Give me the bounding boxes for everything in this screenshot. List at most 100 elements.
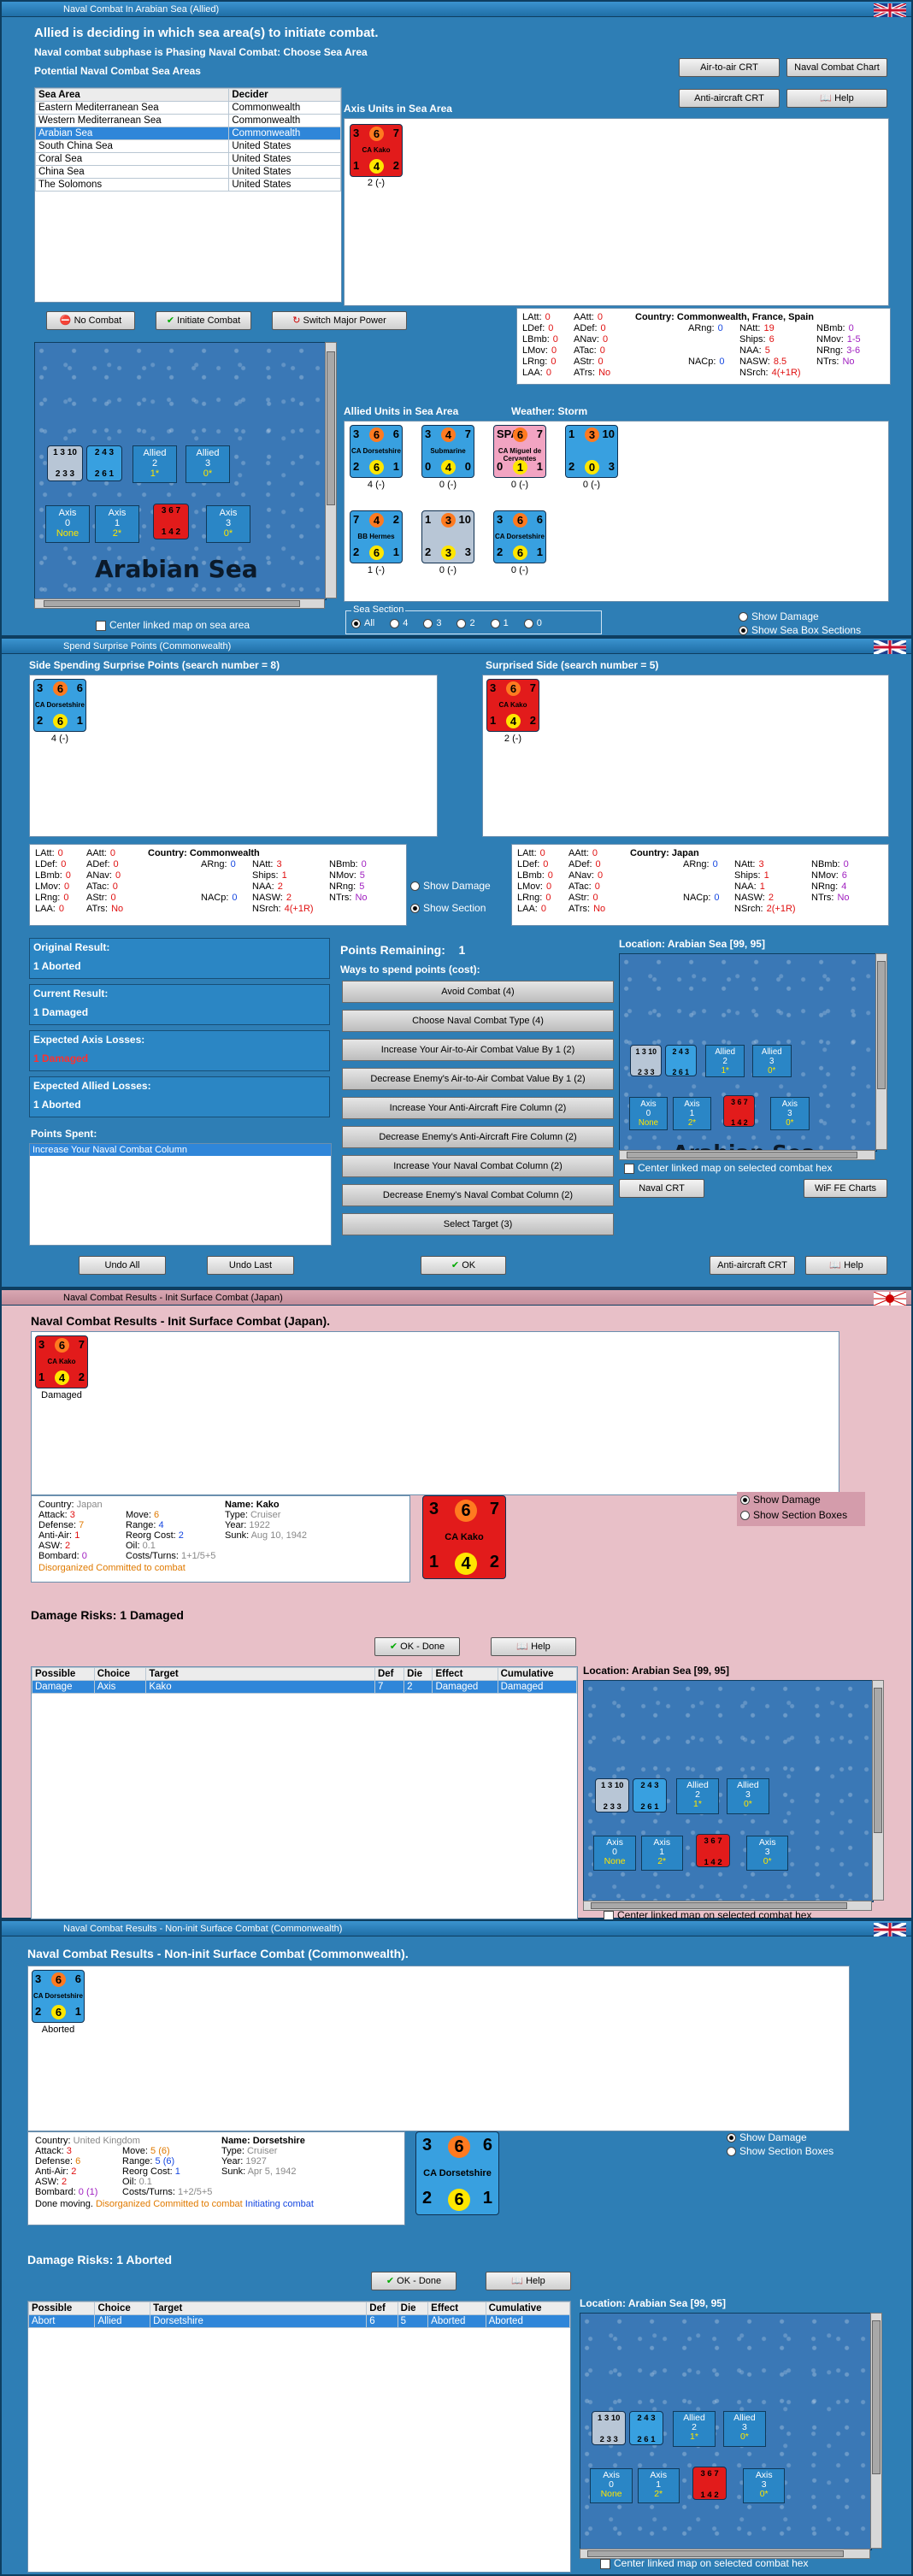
sea-section-box[interactable]: Axis 3 0*: [770, 1097, 810, 1130]
sea-section-box[interactable]: Allied 3 0*: [751, 1044, 792, 1078]
sea-section-option[interactable]: 3: [423, 618, 441, 628]
show-damage-radio[interactable]: Show Damage: [727, 2131, 807, 2143]
sea-section-box[interactable]: Axis 3 0*: [746, 1835, 789, 1872]
center-linked-checkbox[interactable]: Center linked map on selected combat hex: [600, 2557, 808, 2569]
col-def[interactable]: Def: [374, 1667, 405, 1681]
sea-section-box[interactable]: Allied 2 1*: [676, 1778, 719, 1814]
sea-section-box[interactable]: Axis 1 2*: [672, 1097, 712, 1130]
col-die[interactable]: Die: [403, 1667, 433, 1681]
unit-counter-ca-dorsetshire[interactable]: 366 CA Dorsetshire 261: [32, 1970, 85, 2023]
table-row[interactable]: Western Mediterranean Sea Commonwealth: [34, 114, 341, 127]
anti-aircraft-crt-button[interactable]: Anti-aircraft CRT: [710, 1256, 795, 1275]
map-horizontal-scrollbar[interactable]: [619, 1150, 875, 1160]
spend-option-button[interactable]: Decrease Enemy's Naval Combat Column (2): [342, 1184, 614, 1206]
col-possible[interactable]: Possible: [27, 2302, 96, 2315]
col-possible[interactable]: Possible: [32, 1667, 95, 1681]
sea-section-option[interactable]: 1: [490, 618, 509, 628]
unit-counter-ca-kako[interactable]: 367 CA Kako 142: [35, 1335, 88, 1388]
show-section-radio[interactable]: Show Section Boxes: [737, 1507, 865, 1523]
show-section-radio[interactable]: Show Section Boxes: [727, 2145, 833, 2157]
help-button[interactable]: 📖 Help: [786, 89, 887, 108]
sea-section-box[interactable]: Axis 1 2*: [95, 505, 139, 543]
show-damage-radio[interactable]: Show Damage: [410, 880, 491, 892]
unit-counter-ca-dorsetshire[interactable]: 366 CA Dorsetshire 261: [33, 679, 86, 732]
help-button[interactable]: 📖 Help: [486, 2272, 571, 2290]
col-cumulative[interactable]: Cumulative: [485, 2302, 571, 2315]
map-vertical-scrollbar[interactable]: [870, 2313, 882, 2549]
unit-stack[interactable]: 2 4 32 6 1: [629, 2411, 663, 2445]
table-row-selected[interactable]: Arabian Sea Commonwealth: [34, 127, 341, 140]
table-row[interactable]: South China Sea United States: [34, 139, 341, 153]
table-row[interactable]: The Solomons United States: [34, 178, 341, 192]
col-effect[interactable]: Effect: [432, 1667, 498, 1681]
col-target[interactable]: Target: [145, 1667, 375, 1681]
unit-stack[interactable]: 1 3 10 2 3 3: [630, 1044, 663, 1076]
spend-option-button[interactable]: Decrease Enemy's Air-to-Air Combat Value…: [342, 1068, 614, 1090]
undo-all-button[interactable]: Undo All: [79, 1256, 166, 1275]
show-sea-box-radio[interactable]: Show Sea Box Sections: [739, 624, 861, 636]
col-choice[interactable]: Choice: [93, 1667, 147, 1681]
col-cumulative[interactable]: Cumulative: [497, 1667, 578, 1681]
no-combat-button[interactable]: ⛔ No Combat: [46, 311, 135, 330]
unit-stack-axis[interactable]: 3 6 71 4 2: [692, 2466, 727, 2501]
col-target[interactable]: Target: [150, 2302, 368, 2315]
combat-map[interactable]: 1 3 10 2 3 32 4 32 6 1 Axis 0 None Axis 1 2* Axi…: [583, 1680, 874, 1902]
ok-done-button[interactable]: ✔ OK - Done: [371, 2272, 456, 2290]
undo-last-button[interactable]: Undo Last: [207, 1256, 294, 1275]
col-effect[interactable]: Effect: [427, 2302, 486, 2315]
initiate-combat-button[interactable]: ✔ Initiate Combat: [156, 311, 251, 330]
sea-section-box[interactable]: Allied 3 0*: [186, 445, 230, 483]
table-row[interactable]: China Sea United States: [34, 165, 341, 179]
unit-counter-ca-kako[interactable]: 367 CA Kako 142: [486, 679, 539, 732]
sea-section-box[interactable]: Axis 0 None: [45, 505, 90, 543]
naval-combat-chart-button[interactable]: Naval Combat Chart: [786, 58, 887, 77]
help-button[interactable]: 📖 Help: [805, 1256, 887, 1275]
combat-map[interactable]: 1 3 10 2 3 32 4 32 6 1 Axis 0 None Axis 1 2* Axi…: [619, 953, 877, 1152]
sea-section-box[interactable]: Allied 2 1*: [673, 2411, 716, 2447]
unit-counter-ca-kako[interactable]: 367 CA Kako 142: [350, 124, 403, 177]
ok-button[interactable]: ✔ OK: [421, 1256, 506, 1275]
sea-section-box[interactable]: Axis 3 0*: [206, 505, 250, 543]
unit-counter[interactable]: 1 3 10 2 0 3: [565, 425, 618, 478]
sea-section-box[interactable]: Axis 0 None: [590, 2467, 633, 2504]
spend-option-button[interactable]: Select Target (3): [342, 1213, 614, 1235]
wif-fe-charts-button[interactable]: WiF FE Charts: [804, 1179, 887, 1198]
unit-stack[interactable]: 2 4 32 6 1: [86, 445, 122, 481]
sea-section-box[interactable]: Axis 0 None: [593, 1835, 636, 1872]
map-vertical-scrollbar[interactable]: [325, 342, 337, 598]
spend-option-button[interactable]: Avoid Combat (4): [342, 981, 614, 1003]
switch-major-power-button[interactable]: ↻ Switch Major Power: [272, 311, 407, 330]
sea-section-option[interactable]: 4: [390, 618, 408, 628]
spend-option-button[interactable]: Increase Your Air-to-Air Combat Value By…: [342, 1039, 614, 1061]
anti-aircraft-crt-button[interactable]: Anti-aircraft CRT: [679, 89, 780, 108]
sea-section-option[interactable]: All: [351, 618, 374, 628]
table-row[interactable]: Coral Sea United States: [34, 152, 341, 166]
unit-stack[interactable]: 2 4 32 6 1: [664, 1044, 697, 1076]
sea-section-box[interactable]: Allied 3 0*: [727, 1778, 769, 1814]
table-row[interactable]: Eastern Mediterranean Sea Commonwealth: [34, 101, 341, 115]
ok-done-button[interactable]: ✔ OK - Done: [374, 1637, 460, 1656]
unit-counter[interactable]: 3 6 6 CA Dorsetshire 2 6 1: [493, 510, 546, 563]
sea-section-box[interactable]: Allied 2 1*: [705, 1044, 745, 1078]
unit-counter[interactable]: 1 3 10 2 3 3: [421, 510, 474, 563]
unit-stack[interactable]: 1 3 10 2 3 3: [592, 2411, 627, 2445]
unit-counter[interactable]: 3 6 6 CA Dorsetshire 2 6 1: [350, 425, 403, 478]
col-choice[interactable]: Choice: [94, 2302, 151, 2315]
unit-stack-axis[interactable]: 3 6 71 4 2: [153, 504, 189, 539]
spend-option-button[interactable]: Increase Your Anti-Aircraft Fire Column …: [342, 1097, 614, 1119]
spend-option-button[interactable]: Decrease Enemy's Anti-Aircraft Fire Colu…: [342, 1126, 614, 1148]
unit-stack[interactable]: 1 3 10 2 3 3: [47, 445, 83, 481]
unit-stack-axis[interactable]: 3 6 71 4 2: [723, 1095, 756, 1127]
sea-section-box[interactable]: Allied 3 0*: [723, 2411, 766, 2447]
sea-section-box[interactable]: Allied 2 1*: [133, 445, 177, 483]
sea-section-box[interactable]: Axis 3 0*: [743, 2467, 786, 2504]
sea-section-box[interactable]: Axis 1 2*: [637, 2467, 680, 2504]
show-damage-radio[interactable]: Show Damage: [737, 1492, 865, 1507]
combat-map[interactable]: 1 3 10 2 3 32 4 32 6 1 Axis 0 None Axis 1 2* Axi…: [580, 2313, 872, 2550]
col-decider[interactable]: Decider: [228, 88, 341, 102]
table-row[interactable]: Abort Allied Dorsetshire 6 5 Aborted Aborted: [27, 2314, 571, 2328]
sea-section-option[interactable]: 2: [456, 618, 475, 628]
unit-counter[interactable]: SPA 6 7 CA Miguel de Cervantes 0 1 1: [493, 425, 546, 478]
table-row[interactable]: Damage Axis Kako 7 2 Damaged Damaged: [32, 1680, 578, 1694]
col-def[interactable]: Def: [366, 2302, 398, 2315]
